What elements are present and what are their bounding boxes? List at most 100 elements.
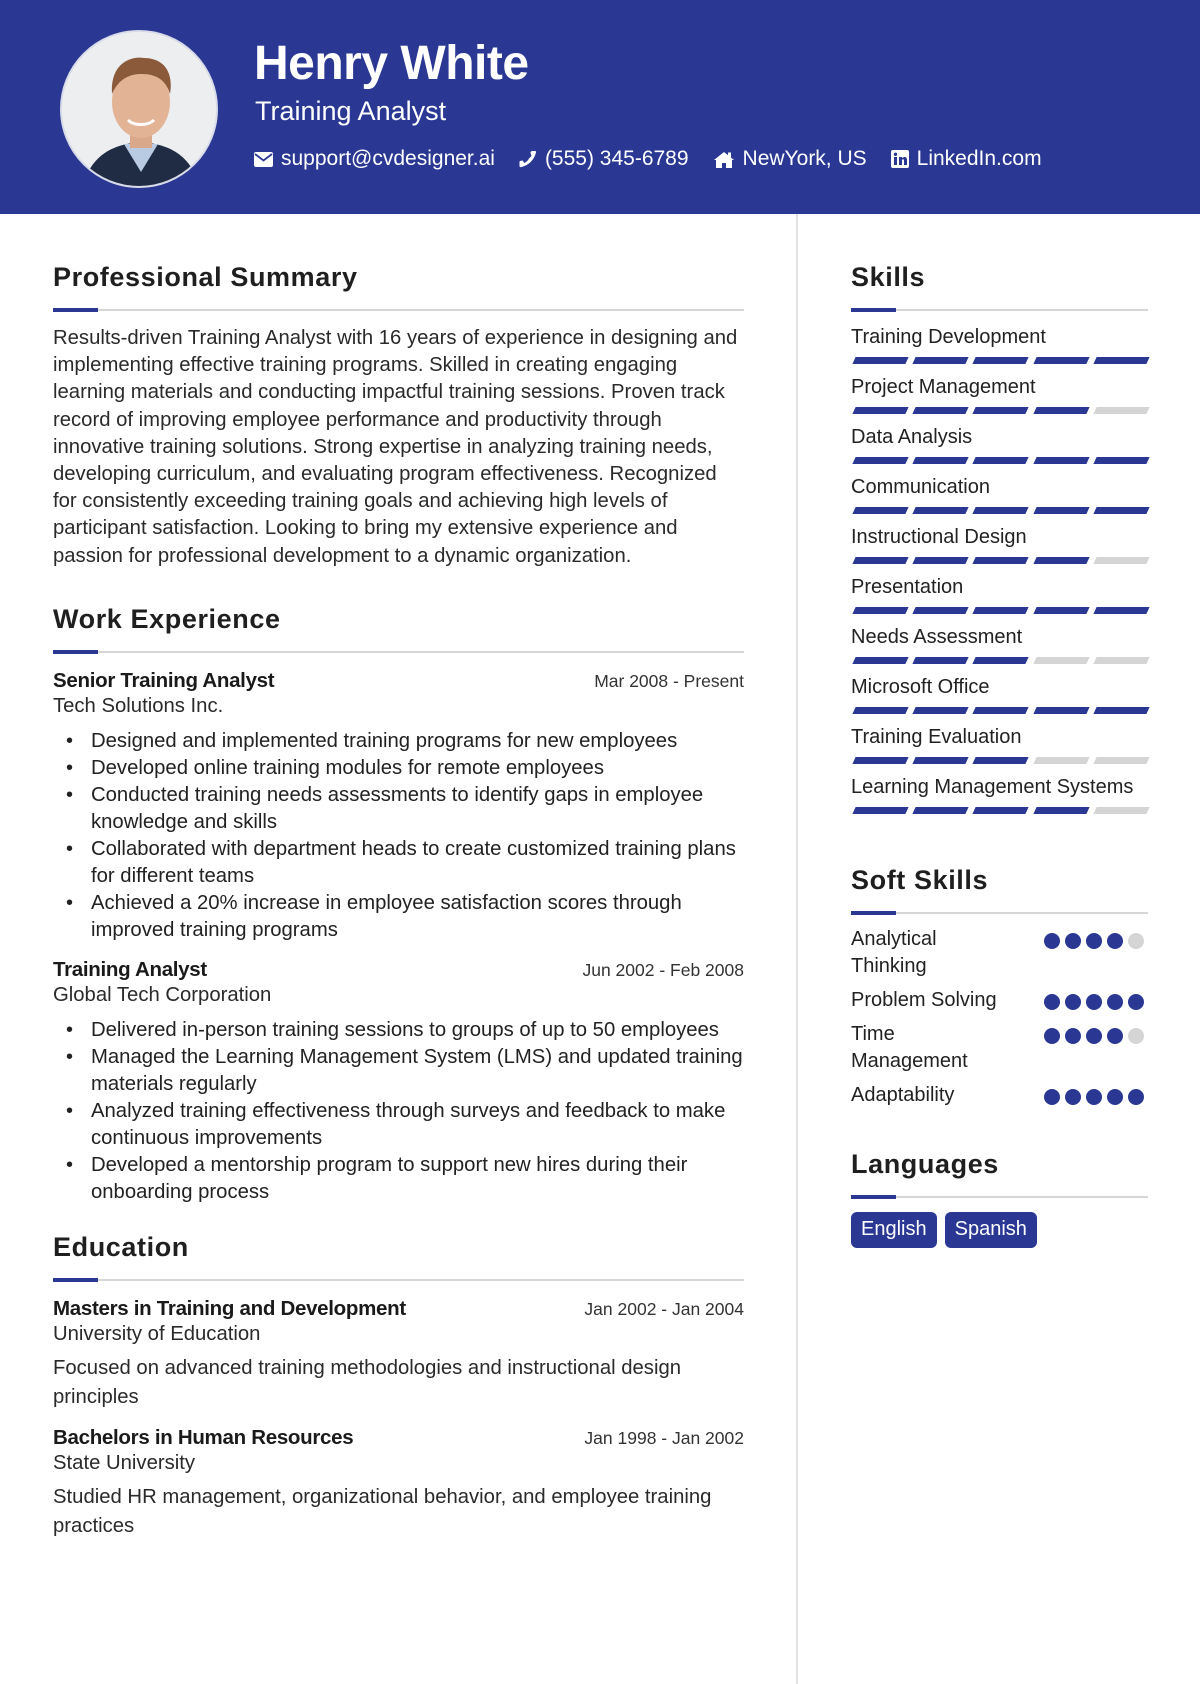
language-badge: English [851,1212,937,1248]
job-header: Senior Training Analyst Mar 2008 - Presen… [53,669,744,693]
skill-level-bar [851,804,1150,823]
rating-dot-filled [1065,994,1081,1010]
skill-segment-filled [972,507,1030,514]
sidebar-column: Skills Training Development Project Manag… [851,262,1150,1248]
skill-segment-filled [972,357,1030,364]
skill-segment-filled [1032,507,1090,514]
skill-segment-filled [852,407,909,414]
job-entry: Training Analyst Jun 2002 - Feb 2008 Globa… [53,958,744,1206]
job-bullets: Designed and implemented training progra… [53,728,744,944]
skill-name: Data Analysis [851,426,973,448]
bullet-item: Achieved a 20% increase in employee sati… [53,890,744,944]
rating-dot-filled [1086,1089,1102,1105]
job-title: Training Analyst [53,957,207,981]
skill-name: Needs Assessment [851,626,1023,648]
skill-name: Presentation [851,576,964,598]
skill-segment-filled [912,607,970,614]
phone-icon [519,151,536,168]
skill-segment-filled [1032,607,1090,614]
section-heading: Work Experience [53,603,281,634]
skill-name: Instructional Design [851,526,1027,548]
rating-dot-filled [1044,1028,1060,1044]
section-heading: Education [53,1231,189,1262]
skill-item: Communication [851,473,1150,523]
section-divider [53,649,744,654]
education-dates: Jan 1998 - Jan 2002 [584,1427,744,1448]
company-name: Global Tech Corporation [53,983,272,1006]
skill-segment-filled [1032,707,1090,714]
skill-segment-empty [1093,757,1150,764]
skill-segment-filled [972,607,1030,614]
skill-segment-filled [912,357,970,364]
skill-level-bar [851,404,1150,423]
skill-segment-filled [1093,607,1150,614]
soft-skill-item: Adaptability [851,1082,1148,1109]
contact-linkedin[interactable]: LinkedIn.com [890,147,1042,171]
education-dates: Jan 2002 - Jan 2004 [584,1298,744,1319]
skill-item: Instructional Design [851,523,1150,573]
column-divider [796,214,798,1684]
education-section: Education Masters in Training and Develo… [53,1232,744,1541]
section-heading: Languages [851,1149,999,1179]
education-description: Studied HR management, organizational be… [53,1485,712,1537]
skill-item: Data Analysis [851,423,1150,473]
soft-skill-rating [1044,1021,1148,1044]
job-header: Training Analyst Jun 2002 - Feb 2008 [53,958,744,982]
soft-skill-name: Adaptability [851,1084,955,1106]
job-entry: Senior Training Analyst Mar 2008 - Presen… [53,669,744,944]
bullet-item: Analyzed training effectiveness through … [53,1098,744,1152]
skill-segment-filled [912,757,970,764]
skill-item: Needs Assessment [851,623,1150,673]
bullet-item: Collaborated with department heads to cr… [53,836,744,890]
rating-dot-filled [1086,994,1102,1010]
skill-segment-filled [852,707,909,714]
bullet-item: Delivered in-person training sessions to… [53,1017,744,1044]
soft-skill-rating [1044,987,1148,1010]
rating-dot-empty [1128,1028,1144,1044]
profile-photo [60,30,218,188]
degree-name: Bachelors in Human Resources [53,1425,354,1449]
education-header: Bachelors in Human Resources Jan 1998 - J… [53,1426,744,1450]
rating-dot-empty [1128,933,1144,949]
skill-segment-filled [912,407,970,414]
skill-level-bar [851,454,1150,473]
rating-dot-filled [1107,1089,1123,1105]
skill-segment-filled [912,707,970,714]
skill-segment-filled [912,507,970,514]
skill-level-bar [851,704,1150,723]
rating-dot-filled [1065,933,1081,949]
bullet-item: Conducted training needs assessments to … [53,782,744,836]
section-heading: Skills [851,262,926,292]
education-list: Masters in Training and Development Jan 2… [53,1297,744,1541]
education-description: Focused on advanced training methodologi… [53,1356,682,1408]
degree-name: Masters in Training and Development [53,1296,406,1320]
education-entry: Bachelors in Human Resources Jan 1998 - J… [53,1426,744,1541]
job-title: Senior Training Analyst [53,668,275,692]
soft-skill-item: Time Management [851,1021,1148,1075]
soft-skills-section: Soft Skills Analytical Thinking Problem S… [851,865,1148,1109]
skill-segment-filled [972,807,1030,814]
language-badge: Spanish [944,1212,1037,1248]
skill-item: Project Management [851,373,1150,423]
soft-skill-rating [1044,1082,1148,1105]
rating-dot-filled [1044,994,1060,1010]
skill-segment-filled [1032,807,1090,814]
skill-segment-filled [972,407,1030,414]
language-list: English Spanish [851,1212,1148,1248]
skills-section: Skills Training Development Project Manag… [851,262,1150,823]
section-divider [851,308,1148,312]
linkedin-icon [890,150,909,168]
skill-segment-filled [852,657,909,664]
bullet-item: Developed online training modules for re… [53,755,744,782]
skill-level-bar [851,654,1150,673]
skill-segment-filled [972,757,1030,764]
soft-skill-rating [1044,926,1148,949]
rating-dot-filled [1107,1028,1123,1044]
skill-segment-empty [1032,757,1090,764]
contact-phone[interactable]: (555) 345-6789 [519,147,689,171]
soft-skill-name: Problem Solving [851,989,997,1011]
contact-email[interactable]: support@cvdesigner.ai [254,147,495,171]
company-name: Tech Solutions Inc. [53,694,224,717]
skill-segment-filled [1032,407,1090,414]
section-heading: Professional Summary [53,262,358,292]
